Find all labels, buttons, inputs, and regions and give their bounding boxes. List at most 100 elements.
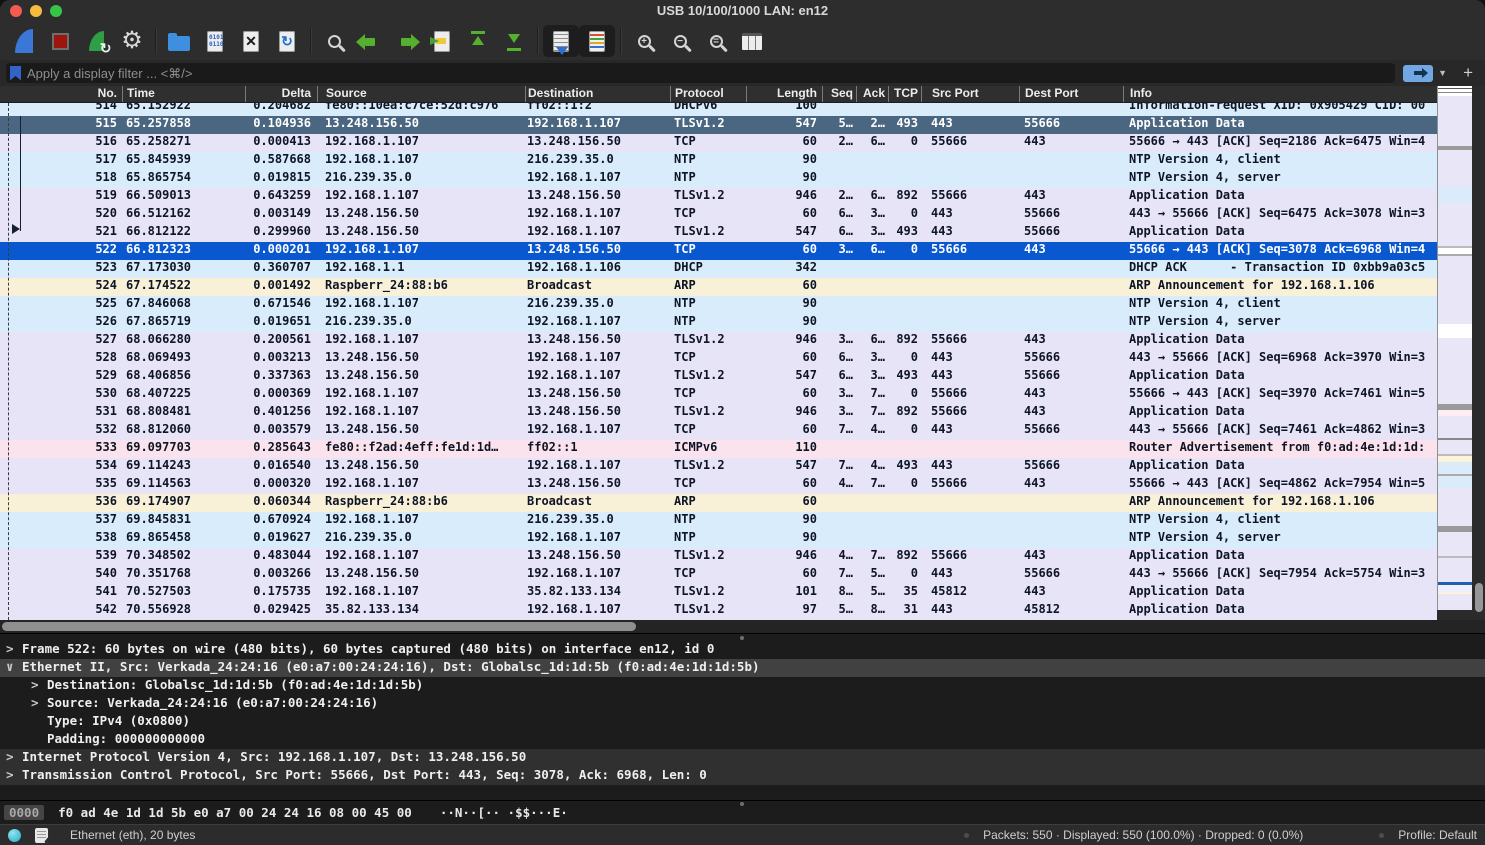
add-filter-button[interactable]: + (1463, 63, 1473, 83)
vertical-scrollbar-thumb[interactable] (1475, 583, 1483, 612)
zoom-reset-icon[interactable] (698, 25, 734, 57)
detail-line[interactable]: >Transmission Control Protocol, Src Port… (0, 767, 1485, 785)
packet-row-529[interactable]: 52968.4068560.33736313.248.156.50192.168… (0, 368, 1437, 386)
colorize-icon[interactable] (579, 25, 615, 57)
display-filter-input[interactable] (21, 65, 1395, 82)
capture-options-icon[interactable] (114, 25, 150, 57)
column-header-dest-port[interactable]: Dest Port (1019, 86, 1123, 103)
horizontal-scrollbar-thumb[interactable] (2, 622, 636, 631)
horizontal-scrollbar[interactable] (0, 620, 1485, 633)
detail-line[interactable]: >Source: Verkada_24:24:16 (e0:a7:00:24:2… (0, 695, 1485, 713)
open-file-icon[interactable] (161, 25, 197, 57)
packet-row-522[interactable]: 52266.8123230.000201192.168.1.10713.248.… (0, 242, 1437, 260)
packet-row-532[interactable]: 53268.8120600.00357913.248.156.50192.168… (0, 422, 1437, 440)
auto-scroll-icon[interactable] (543, 25, 579, 57)
packet-row-539[interactable]: 53970.3485020.483044192.168.1.10713.248.… (0, 548, 1437, 566)
packet-row-516[interactable]: 51665.2582710.000413192.168.1.10713.248.… (0, 134, 1437, 152)
packet-row-528[interactable]: 52868.0694930.00321313.248.156.50192.168… (0, 350, 1437, 368)
packet-row-531[interactable]: 53168.8084810.401256192.168.1.10713.248.… (0, 404, 1437, 422)
packet-row-517[interactable]: 51765.8459390.587668192.168.1.107216.239… (0, 152, 1437, 170)
cell-time: 69.114243 (122, 458, 245, 476)
packet-minimap[interactable] (1437, 86, 1472, 610)
packet-row-524[interactable]: 52467.1745220.001492Raspberr_24:88:b6Bro… (0, 278, 1437, 296)
reload-file-icon[interactable] (269, 25, 305, 57)
cell-src_port: 443 (921, 368, 1019, 386)
column-header-no[interactable]: No. (0, 86, 122, 103)
column-header-src-port[interactable]: Src Port (921, 86, 1019, 103)
packet-row-526[interactable]: 52667.8657190.019651216.239.35.0192.168.… (0, 314, 1437, 332)
profile-text[interactable]: Profile: Default (1398, 828, 1477, 842)
find-packet-icon[interactable] (316, 25, 352, 57)
chevron-collapsed-icon[interactable]: > (31, 677, 47, 692)
cell-delta: 0.001492 (245, 278, 317, 296)
cell-ack: 6… (856, 134, 888, 152)
packet-row-521[interactable]: 52166.8121220.29996013.248.156.50192.168… (0, 224, 1437, 242)
capture-comment-icon[interactable] (35, 828, 48, 843)
packet-row-514[interactable]: 51465.1529220.204682fe80::10ea:c7ce:52d:… (0, 103, 1437, 116)
cell-time: 69.174907 (122, 494, 245, 512)
filter-dropdown-caret[interactable]: ▼ (1438, 68, 1447, 78)
expert-info-icon[interactable] (8, 829, 21, 842)
packet-row-527[interactable]: 52768.0662800.200561192.168.1.10713.248.… (0, 332, 1437, 350)
cell-time: 67.846068 (122, 296, 245, 314)
packet-bytes-pane: 0000 f0 ad 4e 1d 1d 5b e0 a7 00 24 24 16… (0, 800, 1485, 824)
chevron-collapsed-icon[interactable]: > (6, 749, 22, 764)
column-header-tcp[interactable]: TCP (888, 86, 921, 103)
column-header-source[interactable]: Source (317, 86, 525, 103)
save-file-icon[interactable] (197, 25, 233, 57)
chevron-collapsed-icon[interactable]: > (6, 641, 22, 656)
chevron-expanded-icon[interactable]: ∨ (6, 659, 22, 674)
packet-row-535[interactable]: 53569.1145630.000320192.168.1.10713.248.… (0, 476, 1437, 494)
column-header-delta[interactable]: Delta (245, 86, 317, 103)
resize-columns-icon[interactable] (734, 25, 770, 57)
apply-filter-button[interactable] (1403, 65, 1433, 82)
column-header-protocol[interactable]: Protocol (670, 86, 746, 103)
hex-ascii[interactable]: ··N··[·· ·$$···E· (440, 805, 568, 820)
column-header-ack[interactable]: Ack (856, 86, 888, 103)
start-capture-icon[interactable] (6, 25, 42, 57)
restart-capture-icon[interactable] (78, 25, 114, 57)
detail-line[interactable]: >Destination: Globalsc_1d:1d:5b (f0:ad:4… (0, 677, 1485, 695)
packet-row-530[interactable]: 53068.4072250.000369192.168.1.10713.248.… (0, 386, 1437, 404)
chevron-collapsed-icon[interactable]: > (6, 767, 22, 782)
go-last-icon[interactable] (496, 25, 532, 57)
packet-row-515[interactable]: 51565.2578580.10493613.248.156.50192.168… (0, 116, 1437, 134)
go-back-icon[interactable] (352, 25, 388, 57)
detail-line[interactable]: Type: IPv4 (0x0800) (0, 713, 1485, 731)
stop-capture-icon[interactable] (42, 25, 78, 57)
detail-line[interactable]: Padding: 000000000000 (0, 731, 1485, 749)
packet-row-538[interactable]: 53869.8654580.019627216.239.35.0192.168.… (0, 530, 1437, 548)
go-to-packet-icon[interactable] (424, 25, 460, 57)
packet-row-520[interactable]: 52066.5121620.00314913.248.156.50192.168… (0, 206, 1437, 224)
packet-row-540[interactable]: 54070.3517680.00326613.248.156.50192.168… (0, 566, 1437, 584)
detail-line[interactable]: ∨Ethernet II, Src: Verkada_24:24:16 (e0:… (0, 659, 1485, 677)
packet-row-537[interactable]: 53769.8458310.670924192.168.1.107216.239… (0, 512, 1437, 530)
cell-source: 192.168.1.107 (317, 242, 525, 260)
go-first-icon[interactable] (460, 25, 496, 57)
zoom-out-icon[interactable] (662, 25, 698, 57)
packet-row-536[interactable]: 53669.1749070.060344Raspberr_24:88:b6Bro… (0, 494, 1437, 512)
packet-row-519[interactable]: 51966.5090130.643259192.168.1.10713.248.… (0, 188, 1437, 206)
filter-bookmark-icon[interactable] (10, 66, 21, 81)
packet-row-533[interactable]: 53369.0977030.285643fe80::f2ad:4eff:fe1d… (0, 440, 1437, 458)
chevron-collapsed-icon[interactable]: > (31, 695, 47, 710)
packet-row-525[interactable]: 52567.8460680.671546192.168.1.107216.239… (0, 296, 1437, 314)
column-header-destination[interactable]: Destination (525, 86, 670, 103)
column-header-info[interactable]: Info (1123, 86, 1437, 103)
column-header-time[interactable]: Time (122, 86, 245, 103)
detail-line[interactable]: >Frame 522: 60 bytes on wire (480 bits),… (0, 641, 1485, 659)
packet-row-542[interactable]: 54270.5569280.02942535.82.133.134192.168… (0, 602, 1437, 620)
display-filter-field[interactable] (6, 63, 1395, 83)
packet-row-518[interactable]: 51865.8657540.019815216.239.35.0192.168.… (0, 170, 1437, 188)
column-header-seq[interactable]: Seq (822, 86, 856, 103)
zoom-in-icon[interactable] (626, 25, 662, 57)
packet-row-541[interactable]: 54170.5275030.175735192.168.1.10735.82.1… (0, 584, 1437, 602)
hex-bytes[interactable]: f0 ad 4e 1d 1d 5b e0 a7 00 24 24 16 08 0… (58, 805, 412, 820)
cell-delta: 0.401256 (245, 404, 317, 422)
packet-row-523[interactable]: 52367.1730300.360707192.168.1.1192.168.1… (0, 260, 1437, 278)
detail-line[interactable]: >Internet Protocol Version 4, Src: 192.1… (0, 749, 1485, 767)
packet-row-534[interactable]: 53469.1142430.01654013.248.156.50192.168… (0, 458, 1437, 476)
close-file-icon[interactable] (233, 25, 269, 57)
column-header-length[interactable]: Length (746, 86, 822, 103)
go-forward-icon[interactable] (388, 25, 424, 57)
